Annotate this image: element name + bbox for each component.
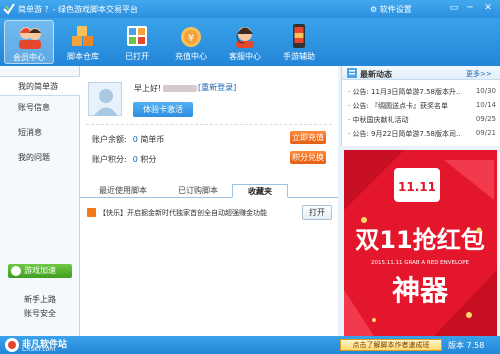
tool-label: 已打开 [125, 52, 149, 61]
brand-name-en: CRSKY.com [22, 346, 56, 353]
greeting: 早上好! [134, 83, 199, 94]
tab-recent-scripts[interactable]: 最近使用脚本 [84, 184, 162, 198]
opened-icon [127, 26, 147, 46]
balance-row: 账户余额: 0 简单币 [92, 134, 164, 145]
tool-member-center[interactable]: 会员中心 [4, 20, 54, 64]
tab-favorites[interactable]: 收藏夹 [232, 184, 288, 198]
newbie-guide-link[interactable]: 新手上路 [24, 294, 56, 305]
svg-text:¥: ¥ [188, 33, 194, 44]
news-item-date: 10/30 [475, 87, 496, 95]
customer-service-icon [236, 27, 254, 48]
sidebar-item-account-info[interactable]: 账号信息 [0, 98, 80, 118]
status-bar: 非凡软件站 CRSKY.com 点击了解脚本作者速成班 版本 7.58 [0, 336, 500, 354]
recharge-now-button[interactable]: 立即充值 [290, 131, 326, 144]
ad-product: 神器 [392, 274, 449, 307]
points-unit: 积分 [140, 155, 157, 164]
accelerate-icon [11, 266, 21, 276]
script-title: 【快乐】开启掘金新时代独家首创全自动超强赚金功能 [99, 209, 267, 217]
tool-recharge-center[interactable]: ¥ 充值中心 [166, 20, 216, 64]
gear-icon: ⚙ [370, 5, 378, 14]
news-title: 最新动态 [360, 70, 392, 79]
title-bar: 简单游 ？- 绿色游戏脚本交易平台 ⚙ 软件设置 ▭ ─ ✕ [0, 0, 500, 18]
tab-ordered-scripts[interactable]: 已订购脚本 [164, 184, 232, 198]
accelerate-label: 游戏加速 [24, 266, 56, 275]
tool-script-warehouse[interactable]: 脚本仓库 [58, 20, 108, 64]
ad-date-badge: 11.11 [398, 180, 436, 194]
settings-link[interactable]: ⚙ 软件设置 [370, 4, 412, 15]
news-icon [347, 68, 357, 78]
account-security-link[interactable]: 账号安全 [24, 308, 56, 319]
activate-trial-card-button[interactable]: 体验卡激活 [133, 102, 193, 117]
news-item[interactable]: · 公告: 『绸圆送点卡』获奖名单 10/14 [348, 101, 496, 111]
news-more-link[interactable]: 更多>> [466, 69, 492, 79]
close-button[interactable]: ✕ [482, 2, 494, 14]
member-icon [19, 27, 41, 49]
tool-opened[interactable]: 已打开 [112, 20, 162, 64]
username-redacted [163, 85, 198, 92]
minimize-button[interactable]: ▭ [448, 2, 460, 14]
news-item[interactable]: · 公告: 11月3日简单游7.58版本升.. 10/30 [348, 87, 496, 97]
ad-headline: 双11抢红包 [355, 226, 484, 254]
sidebar-item-my-questions[interactable]: 我的问题 [0, 148, 80, 168]
user-avatar-icon [94, 89, 118, 116]
points-value: 0 [132, 155, 138, 164]
main-panel: 早上好! [重新登录] 体验卡激活 账户余额: 0 简单币 立即充值 账户积分: 0… [80, 66, 338, 336]
balance-unit: 简单币 [140, 135, 165, 144]
news-item-date: 09/25 [475, 115, 496, 123]
author-tutorial-button[interactable]: 点击了解脚本作者速成班 [340, 339, 442, 351]
points-exchange-button[interactable]: 积分兑换 [290, 151, 326, 164]
tool-customer-service[interactable]: 客服中心 [220, 20, 270, 64]
maximize-button[interactable]: ─ [464, 2, 476, 14]
sidebar: 我的简单游 账号信息 短消息 我的问题 游戏加速 新手上路 账号安全 [0, 66, 81, 336]
tool-label: 客服中心 [229, 52, 261, 61]
script-icon [87, 208, 96, 217]
news-item-title: · 公告: 11月3日简单游7.58版本升.. [348, 88, 461, 96]
news-item-title: · 公告: 『绸圆送点卡』获奖名单 [348, 102, 449, 110]
promo-banner[interactable]: 11.11 双11抢红包 2015.11.11 GRAB A RED ENVEL… [344, 150, 497, 336]
mobile-game-icon [293, 24, 305, 48]
open-script-button[interactable]: 打开 [302, 205, 332, 220]
news-item-date: 09/21 [475, 129, 496, 137]
settings-label: 软件设置 [379, 5, 412, 14]
news-header: 最新动态 更多>> [342, 66, 500, 80]
game-accelerate-button[interactable]: 游戏加速 [8, 264, 72, 278]
tool-label: 脚本仓库 [67, 52, 99, 61]
sidebar-item-my-home[interactable]: 我的简单游 [0, 76, 81, 96]
promo-banner-art: 11.11 双11抢红包 2015.11.11 GRAB A RED ENVEL… [344, 150, 497, 336]
news-item-title: · 公告: 9月22日简单游7.58版本司.. [348, 130, 461, 138]
main-toolbar: 会员中心 脚本仓库 已打开 ¥ 充值中心 客服中心 手游辅助 [0, 18, 500, 66]
balance-value: 0 [132, 135, 138, 144]
greeting-prefix: 早上好! [134, 84, 162, 93]
balance-label: 账户余额: [92, 135, 127, 144]
sidebar-item-messages[interactable]: 短消息 [0, 123, 80, 143]
script-warehouse-icon [72, 26, 93, 46]
recharge-icon: ¥ [181, 27, 201, 47]
tool-label: 手游辅助 [283, 52, 315, 61]
list-item: 【快乐】开启掘金新时代独家首创全自动超强赚金功能 打开 [84, 205, 332, 221]
news-panel: 最新动态 更多>> · 公告: 11月3日简单游7.58版本升.. 10/30 … [341, 66, 500, 146]
news-item-title: · 中秋国庆献礼活动 [348, 116, 409, 124]
app-logo-icon [3, 3, 15, 15]
version-label: 版本 7.58 [448, 341, 485, 350]
news-item[interactable]: · 中秋国庆献礼活动 09/25 [348, 115, 496, 125]
points-label: 账户积分: [92, 155, 127, 164]
divider [86, 124, 332, 125]
avatar[interactable] [88, 82, 122, 116]
tool-label: 会员中心 [13, 53, 45, 62]
news-item-date: 10/14 [475, 101, 496, 109]
tool-label: 充值中心 [175, 52, 207, 61]
relogin-link[interactable]: [重新登录] [198, 82, 236, 93]
ad-subline: 2015.11.11 GRAB A RED ENVELOPE [371, 260, 470, 266]
tool-mobile-game[interactable]: 手游辅助 [274, 20, 324, 64]
window-title: 简单游 ？- 绿色游戏脚本交易平台 [18, 5, 138, 14]
news-item[interactable]: · 公告: 9月22日简单游7.58版本司.. 09/21 [348, 129, 496, 139]
points-row: 账户积分: 0 积分 [92, 154, 156, 165]
script-tabs: 最近使用脚本 已订购脚本 收藏夹 [80, 184, 338, 198]
